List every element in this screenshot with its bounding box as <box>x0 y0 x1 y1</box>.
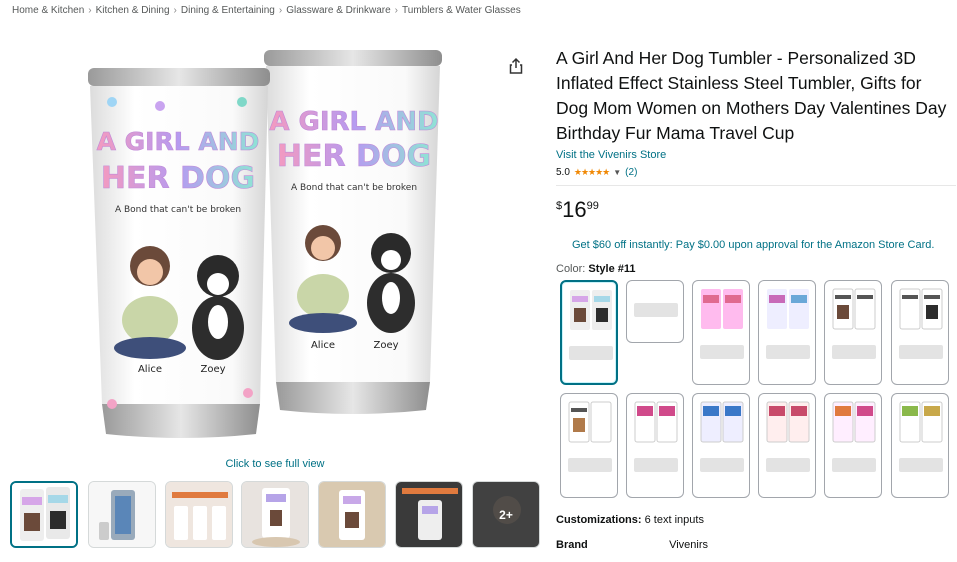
click-to-see-full-view[interactable]: Click to see full view <box>150 458 400 470</box>
svg-text:Zoey: Zoey <box>200 364 225 375</box>
breadcrumb-item-home-kitchen[interactable]: Home & Kitchen <box>12 5 84 16</box>
svg-text:A Bond that can't be broken: A Bond that can't be broken <box>115 205 241 215</box>
style-swatch-5[interactable] <box>824 280 882 385</box>
swatch-price-placeholder <box>766 345 810 359</box>
star-rating-icon[interactable]: ★★★★★ <box>574 167 610 178</box>
brand-label: Brand <box>556 539 588 551</box>
svg-text:Alice: Alice <box>311 340 335 351</box>
swatch-image <box>700 401 744 443</box>
swatch-price-placeholder <box>569 346 613 360</box>
swatch-image <box>766 401 810 443</box>
thumbnail-2[interactable] <box>88 481 156 548</box>
swatch-image <box>568 401 612 443</box>
color-label: Color: Style #11 <box>556 263 636 275</box>
style-swatch-9[interactable] <box>692 393 750 498</box>
swatch-price-placeholder <box>899 345 943 359</box>
thumbnail-3[interactable] <box>165 481 233 548</box>
style-swatch-4[interactable] <box>758 280 816 385</box>
breadcrumb-separator: › <box>88 5 92 16</box>
swatch-price-placeholder <box>832 458 876 472</box>
price-whole: 16 <box>562 197 587 222</box>
swatch-image <box>701 289 743 329</box>
thumbnail-6[interactable] <box>395 481 463 548</box>
breadcrumb-item-tumblers[interactable]: Tumblers & Water Glasses <box>402 5 521 16</box>
thumbnail-video-more[interactable]: 2+ <box>472 481 540 548</box>
style-swatch-2[interactable] <box>626 280 684 343</box>
divider <box>556 185 956 186</box>
svg-text:A GIRL AND: A GIRL AND <box>97 127 260 156</box>
main-product-image[interactable]: A GIRL AND HER DOG A Bond that can't be … <box>68 38 480 450</box>
swatch-image <box>899 288 943 330</box>
svg-text:Zoey: Zoey <box>373 340 398 351</box>
breadcrumb-item-dining-entertaining[interactable]: Dining & Entertaining <box>181 5 275 16</box>
breadcrumb-item-glassware-drinkware[interactable]: Glassware & Drinkware <box>286 5 390 16</box>
tumbler-front: A GIRL AND HER DOG A Bond that can't be … <box>88 68 270 438</box>
svg-text:HER DOG: HER DOG <box>277 139 431 174</box>
thumbnail-5[interactable] <box>318 481 386 548</box>
rating-row: 5.0 ★★★★★ ▼ (2) <box>556 167 637 178</box>
color-selected-value: Style #11 <box>588 263 636 275</box>
thumbnail-1[interactable] <box>10 481 78 548</box>
swatch-price-placeholder <box>832 345 876 359</box>
swatch-price-placeholder <box>700 458 744 472</box>
customizations-label: Customizations: <box>556 514 642 526</box>
store-link[interactable]: Visit the Vivenirs Store <box>556 149 666 161</box>
style-swatch-11[interactable] <box>824 393 882 498</box>
customizations-value: 6 text inputs <box>644 514 704 526</box>
breadcrumb-item-kitchen-dining[interactable]: Kitchen & Dining <box>96 5 170 16</box>
swatch-image <box>832 401 876 443</box>
breadcrumb-separator: › <box>173 5 177 16</box>
svg-text:A Bond that can't be broken: A Bond that can't be broken <box>291 183 417 193</box>
style-swatch-12[interactable] <box>891 393 949 498</box>
swatch-image <box>767 289 809 329</box>
customizations: Customizations: 6 text inputs <box>556 514 704 526</box>
thumbnail-4[interactable] <box>241 481 309 548</box>
svg-text:Alice: Alice <box>138 364 162 375</box>
breadcrumb-separator: › <box>394 5 399 16</box>
swatch-image-placeholder <box>634 303 678 317</box>
style-swatch-10[interactable] <box>758 393 816 498</box>
swatch-price-placeholder <box>899 458 943 472</box>
svg-text:HER DOG: HER DOG <box>101 161 255 196</box>
style-swatch-8[interactable] <box>626 393 684 498</box>
swatch-price-placeholder <box>700 345 744 359</box>
tumbler-back: A GIRL AND HER DOG A Bond that can't be … <box>264 50 442 414</box>
breadcrumb-separator: › <box>278 5 283 16</box>
brand-value: Vivenirs <box>669 539 708 551</box>
more-images-badge: 2+ <box>473 482 539 547</box>
svg-text:A GIRL AND: A GIRL AND <box>269 107 438 137</box>
rating-value: 5.0 <box>556 167 570 178</box>
style-swatch-7[interactable] <box>560 393 618 498</box>
style-swatch-3[interactable] <box>692 280 750 385</box>
swatch-price-placeholder <box>568 458 612 472</box>
swatch-image <box>832 288 876 330</box>
swatch-image <box>570 290 612 330</box>
share-icon[interactable] <box>507 57 525 75</box>
color-label-text: Color: <box>556 263 586 275</box>
swatch-price-placeholder <box>634 458 678 472</box>
brand-row: Brand Vivenirs <box>556 539 856 551</box>
swatch-image <box>634 401 678 443</box>
product-title: A Girl And Her Dog Tumbler - Personalize… <box>556 48 947 143</box>
rating-count-link[interactable]: (2) <box>625 167 637 178</box>
chevron-down-icon[interactable]: ▼ <box>613 168 621 177</box>
style-swatch-6[interactable] <box>891 280 949 385</box>
swatch-price-placeholder <box>766 458 810 472</box>
swatch-image <box>899 401 943 443</box>
style-swatch-1[interactable] <box>560 280 618 385</box>
price: $ 16 99 <box>556 197 599 223</box>
store-card-promo[interactable]: Get $60 off instantly: Pay $0.00 upon ap… <box>572 239 934 251</box>
price-fraction: 99 <box>586 200 599 212</box>
breadcrumb: Home & Kitchen › Kitchen & Dining › Dining &… <box>12 5 521 16</box>
